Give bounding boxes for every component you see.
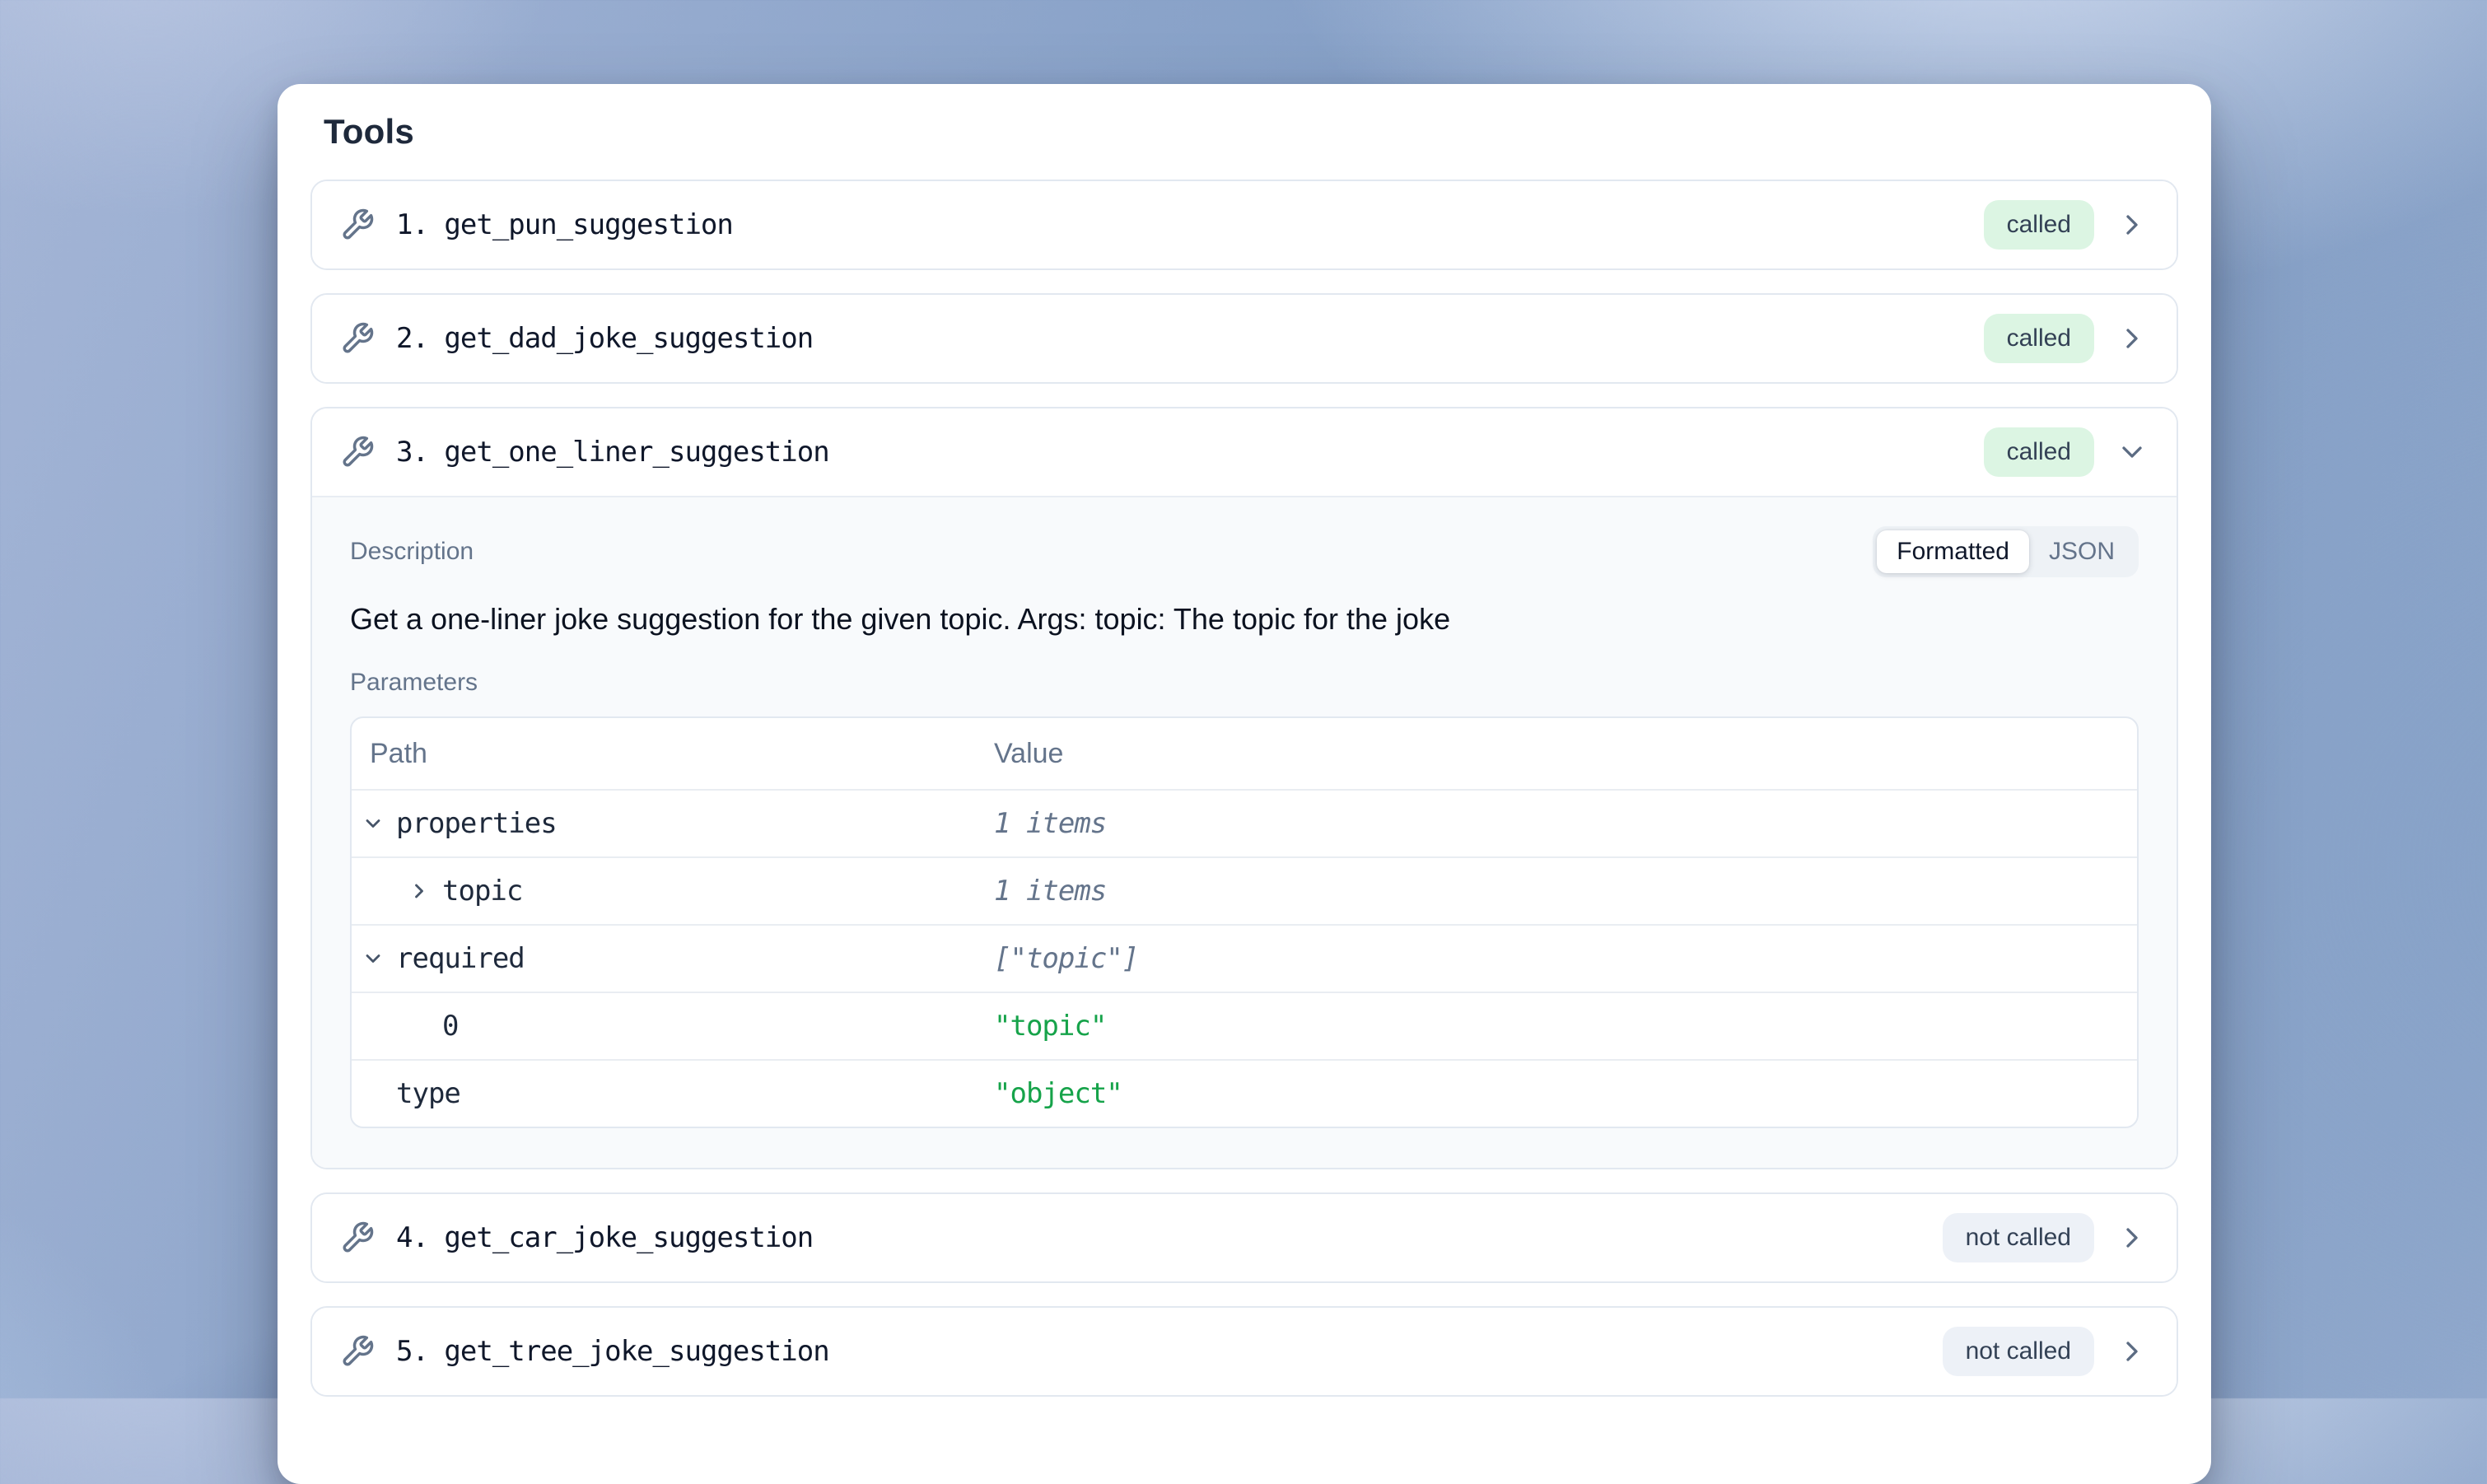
- chevron-down-icon[interactable]: [362, 812, 385, 835]
- chevron-right-icon: [2116, 1335, 2149, 1368]
- tool-row-get-one-liner-suggestion[interactable]: 3. get_one_liner_suggestion called: [312, 408, 2177, 496]
- wrench-icon: [340, 208, 375, 242]
- chevron-right-icon: [2116, 1221, 2149, 1254]
- param-value: ["topic"]: [994, 942, 2137, 975]
- tool-name: 5. get_tree_joke_suggestion: [396, 1335, 829, 1368]
- desktop-background: { "title": "Tools", "tools": [ { "label"…: [0, 0, 2487, 1398]
- view-toggle: Formatted JSON: [1873, 526, 2139, 577]
- wrench-icon: [340, 1334, 375, 1369]
- wrench-icon: [340, 321, 375, 356]
- wrench-icon: [340, 1220, 375, 1255]
- parameters-label: Parameters: [350, 669, 2139, 697]
- tool-name: 2. get_dad_joke_suggestion: [396, 322, 813, 355]
- status-badge: not called: [1943, 1213, 2094, 1262]
- tool-name: 3. get_one_liner_suggestion: [396, 436, 829, 469]
- param-path: 0: [442, 1010, 458, 1043]
- status-badge: called: [1984, 427, 2094, 477]
- tool-row-get-car-joke-suggestion[interactable]: 4. get_car_joke_suggestion not called: [312, 1194, 2177, 1281]
- table-row-required-0: 0 "topic": [352, 992, 2137, 1059]
- table-row-required: required ["topic"]: [352, 924, 2137, 992]
- chevron-down-icon: [2116, 436, 2149, 469]
- table-row-properties: properties 1 items: [352, 789, 2137, 856]
- table-row-topic: topic 1 items: [352, 856, 2137, 924]
- tool-card-get-pun-suggestion: 1. get_pun_suggestion called: [310, 180, 2178, 270]
- param-path: required: [396, 942, 525, 975]
- toggle-json-button[interactable]: JSON: [2029, 530, 2135, 573]
- tool-card-get-dad-joke-suggestion: 2. get_dad_joke_suggestion called: [310, 293, 2178, 384]
- chevron-right-icon[interactable]: [408, 880, 431, 903]
- status-badge: not called: [1943, 1327, 2094, 1376]
- description-text: Get a one-liner joke suggestion for the …: [350, 600, 2139, 639]
- param-value: 1 items: [994, 807, 2137, 840]
- column-header-path: Path: [352, 738, 994, 770]
- tool-row-get-tree-joke-suggestion[interactable]: 5. get_tree_joke_suggestion not called: [312, 1308, 2177, 1395]
- chevron-down-icon[interactable]: [362, 947, 385, 970]
- tool-card-get-tree-joke-suggestion: 5. get_tree_joke_suggestion not called: [310, 1306, 2178, 1397]
- description-label: Description: [350, 538, 474, 566]
- chevron-right-icon: [2116, 322, 2149, 355]
- tool-detail-panel: Description Formatted JSON Get a one-lin…: [312, 496, 2177, 1168]
- wrench-icon: [340, 435, 375, 469]
- tool-name: 1. get_pun_suggestion: [396, 208, 733, 241]
- table-header-row: Path Value: [352, 718, 2137, 789]
- param-value: "topic": [994, 1010, 2137, 1043]
- tools-panel: Tools 1. get_pun_suggestion called 2. ge…: [278, 84, 2211, 1484]
- tool-card-get-car-joke-suggestion: 4. get_car_joke_suggestion not called: [310, 1192, 2178, 1283]
- parameters-table: Path Value properties 1 items topic 1: [350, 716, 2139, 1128]
- status-badge: called: [1984, 314, 2094, 363]
- tool-row-get-pun-suggestion[interactable]: 1. get_pun_suggestion called: [312, 181, 2177, 268]
- column-header-value: Value: [994, 738, 2137, 770]
- tool-card-get-one-liner-suggestion: 3. get_one_liner_suggestion called Descr…: [310, 407, 2178, 1169]
- toggle-formatted-button[interactable]: Formatted: [1877, 530, 2029, 573]
- param-value: 1 items: [994, 875, 2137, 908]
- page-title: Tools: [324, 112, 2178, 152]
- param-path: topic: [442, 875, 522, 908]
- param-path: properties: [396, 807, 557, 840]
- table-row-type: type "object": [352, 1059, 2137, 1127]
- status-badge: called: [1984, 200, 2094, 250]
- chevron-right-icon: [2116, 208, 2149, 241]
- tool-row-get-dad-joke-suggestion[interactable]: 2. get_dad_joke_suggestion called: [312, 295, 2177, 382]
- tool-name: 4. get_car_joke_suggestion: [396, 1221, 813, 1254]
- param-value: "object": [994, 1077, 2137, 1110]
- param-path: type: [396, 1077, 460, 1110]
